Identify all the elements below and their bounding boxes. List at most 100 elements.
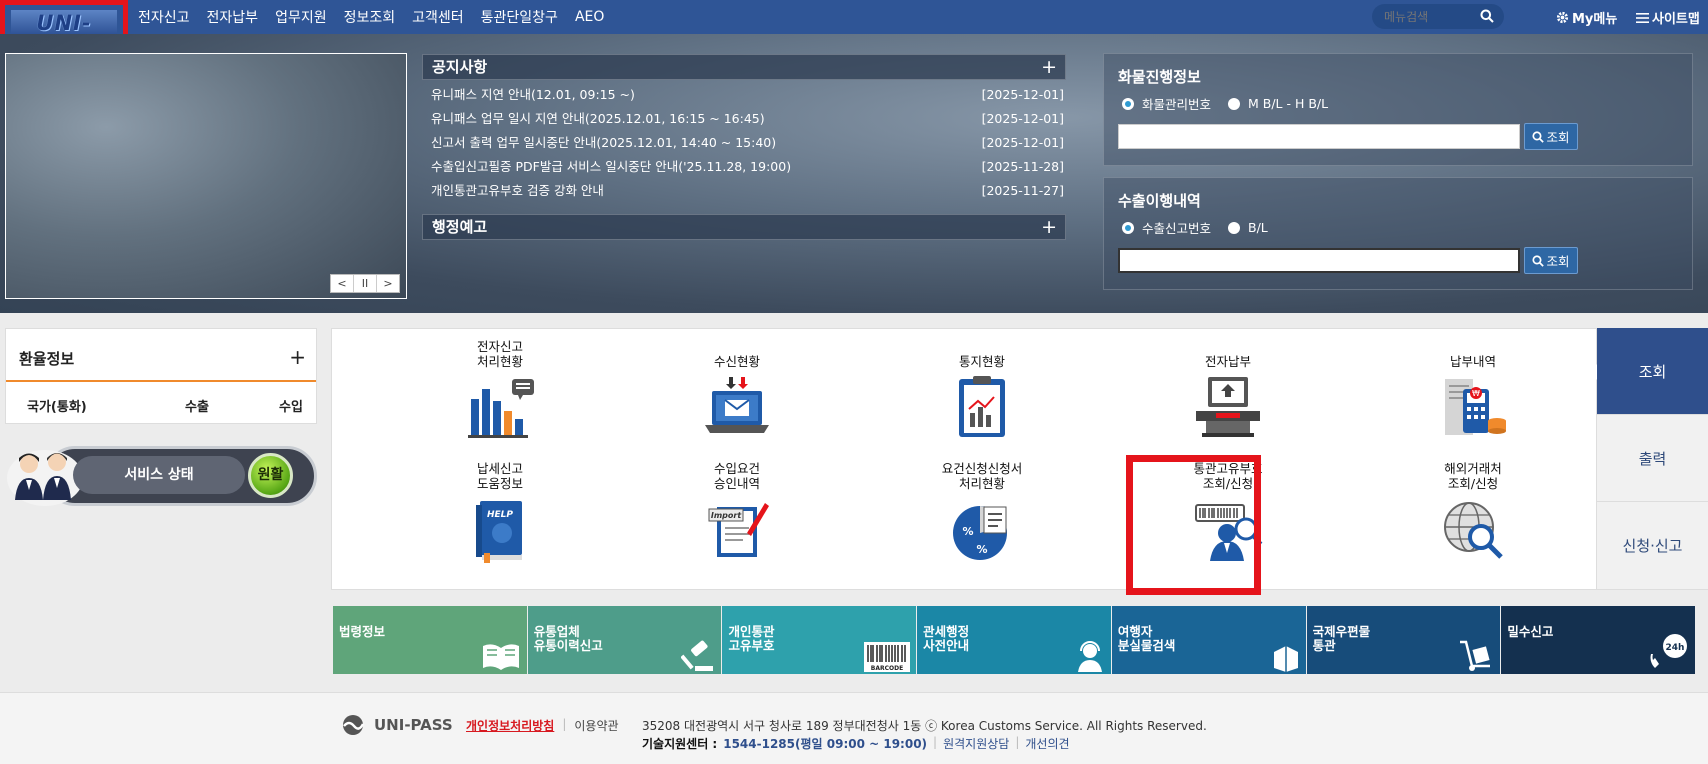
cargo-tracking-box: 화물진행정보 화물관리번호 M B/L - H B/L 조회 bbox=[1103, 53, 1693, 166]
cargo-radio-bl[interactable]: M B/L - H B/L bbox=[1228, 94, 1328, 113]
nav-electronic-payment[interactable]: 전자납부 bbox=[207, 7, 259, 27]
tech-support-label: 기술지원센터 : bbox=[642, 737, 718, 751]
export-radio-decl-no[interactable]: 수출신고번호 bbox=[1122, 218, 1211, 237]
phone-badge-text: 24h bbox=[1666, 643, 1685, 653]
hamburger-icon bbox=[1636, 12, 1649, 23]
customs-code-highlight-box bbox=[1126, 455, 1261, 595]
tile-smuggling-report[interactable]: 밀수신고 24h bbox=[1501, 606, 1696, 674]
grid-item-tax-help[interactable]: 납세신고 도움정보 HELP bbox=[430, 459, 570, 563]
cargo-title: 화물진행정보 bbox=[1118, 68, 1201, 86]
footer-support: 기술지원센터 : 1544-1285(평일 09:00 ~ 19:00) | 원… bbox=[642, 735, 1070, 752]
notice-item[interactable]: 수출입신고필증 PDF발급 서비스 일시중단 안내('25.11.28, 19:… bbox=[431, 157, 1066, 181]
open-book-icon bbox=[482, 644, 519, 670]
grid-item-label: 납부내역 bbox=[1449, 354, 1496, 369]
feedback-link[interactable]: 개선의견 bbox=[1025, 735, 1069, 752]
notice-more-icon[interactable]: + bbox=[1041, 55, 1057, 79]
svg-text:HELP: HELP bbox=[487, 510, 513, 520]
tile-personal-customs-code[interactable]: 개인통관 고유부호 BARCODE bbox=[722, 606, 917, 674]
main-nav: 전자신고 전자납부 업무지원 정보조회 고객센터 통관단일창구 AEO bbox=[138, 0, 604, 34]
slider-controls: < II > bbox=[330, 274, 400, 293]
tile-label: 관세행정 사전안내 bbox=[923, 624, 970, 653]
export-radio-bl[interactable]: B/L bbox=[1228, 218, 1268, 237]
nav-aeo[interactable]: AEO bbox=[575, 9, 604, 25]
radio-selected-icon bbox=[1122, 221, 1134, 234]
cargo-opt1-label: 화물관리번호 bbox=[1142, 97, 1212, 112]
tile-distribution-report[interactable]: 유통업체 유통이력신고 bbox=[527, 606, 722, 674]
help-book-icon: HELP bbox=[476, 501, 522, 563]
menu-search-input[interactable] bbox=[1384, 7, 1474, 26]
nav-information-inquiry[interactable]: 정보조회 bbox=[344, 7, 396, 27]
exchange-col-country: 국가(통화) bbox=[27, 400, 87, 415]
slider-pause-button[interactable]: II bbox=[354, 275, 377, 292]
grid-item-edi-status[interactable]: 전자신고 처리현황 bbox=[430, 337, 570, 441]
tab-inquiry[interactable]: 조회 bbox=[1589, 328, 1708, 415]
my-menu-label: My메뉴 bbox=[1572, 12, 1618, 27]
cargo-number-input[interactable] bbox=[1118, 124, 1520, 149]
privacy-policy-link[interactable]: 개인정보처리방침 bbox=[466, 717, 554, 734]
admin-notice-more-icon[interactable]: + bbox=[1041, 215, 1057, 239]
tile-law-info[interactable]: 법령정보 bbox=[333, 606, 527, 674]
cargo-radio-mgmt-no[interactable]: 화물관리번호 bbox=[1122, 94, 1211, 113]
grid-item-e-payment[interactable]: 전자납부 bbox=[1158, 337, 1298, 441]
search-icon[interactable] bbox=[1480, 9, 1494, 23]
grid-item-overseas-partner[interactable]: 해외거래처 조회/신청 bbox=[1403, 459, 1543, 563]
globe-search-icon bbox=[1444, 502, 1503, 559]
notice-item[interactable]: 신고서 출력 업무 일시중단 안내(2025.12.01, 14:40 ~ 15… bbox=[431, 133, 1066, 157]
grid-item-label: 수신현황 bbox=[713, 354, 760, 369]
notice-date: [2025-11-28] bbox=[981, 159, 1064, 174]
banner-slider[interactable]: < II > bbox=[5, 53, 407, 299]
grid-item-requirement-status[interactable]: 요건신청신청서 처리현황 % % bbox=[912, 459, 1052, 563]
export-search-button[interactable]: 조회 bbox=[1524, 247, 1578, 274]
svg-text:%: % bbox=[976, 543, 987, 556]
admin-notice-header: 행정예고 + bbox=[422, 214, 1066, 240]
tech-support-phone: 1544-1285(평일 09:00 ~ 19:00) bbox=[723, 737, 928, 751]
exchange-more-icon[interactable]: + bbox=[289, 345, 306, 369]
inbox-laptop-icon bbox=[705, 377, 769, 433]
gear-icon bbox=[1556, 11, 1569, 24]
grid-item-payment-history[interactable]: 납부내역 ₩ bbox=[1403, 337, 1543, 441]
cargo-opt2-label: M B/L - H B/L bbox=[1248, 96, 1329, 111]
notice-date: [2025-11-27] bbox=[981, 183, 1064, 198]
slider-next-button[interactable]: > bbox=[377, 275, 399, 292]
nav-business-support[interactable]: 업무지원 bbox=[275, 7, 327, 27]
tile-customs-admin-guide[interactable]: 관세행정 사전안내 bbox=[917, 606, 1111, 674]
tile-label: 국제우편물 통관 bbox=[1312, 624, 1371, 653]
grid-item-label: 납세신고 도움정보 bbox=[476, 461, 523, 491]
tile-label: 법령정보 bbox=[339, 624, 386, 639]
grid-item-import-approval[interactable]: 수입요건 승인내역 Import bbox=[667, 459, 807, 563]
sitemap-label: 사이트맵 bbox=[1652, 12, 1700, 27]
export-number-input[interactable] bbox=[1118, 248, 1520, 273]
top-nav-bar: 전자신고 전자납부 업무지원 정보조회 고객센터 통관단일창구 AEO My메뉴… bbox=[0, 0, 1708, 34]
notice-item[interactable]: 유니패스 업무 일시 지연 안내(2025.12.01, 16:15 ~ 16:… bbox=[431, 109, 1066, 133]
tile-international-mail[interactable]: 국제우편물 통관 bbox=[1306, 606, 1501, 674]
export-radio-group: 수출신고번호 B/L bbox=[1122, 218, 1268, 237]
nav-single-window[interactable]: 통관단일창구 bbox=[481, 7, 558, 27]
remote-support-link[interactable]: 원격지원상담 bbox=[943, 735, 1009, 752]
tab-print[interactable]: 출력 bbox=[1597, 415, 1708, 502]
notice-item[interactable]: 유니패스 지연 안내(12.01, 09:15 ~) [2025-12-01] bbox=[431, 85, 1066, 109]
export-opt2-label: B/L bbox=[1248, 220, 1268, 235]
hero-section: < II > 공지사항 + 유니패스 지연 안내(12.01, 09:15 ~)… bbox=[0, 34, 1708, 313]
cargo-search-label: 조회 bbox=[1546, 130, 1570, 145]
grid-item-receive-status[interactable]: 수신현황 bbox=[667, 337, 807, 441]
cargo-search-button[interactable]: 조회 bbox=[1524, 123, 1578, 150]
slider-prev-button[interactable]: < bbox=[331, 275, 354, 292]
sitemap-link[interactable]: 사이트맵 bbox=[1636, 8, 1700, 27]
tab-application[interactable]: 신청·신고 bbox=[1597, 502, 1708, 590]
clipboard-chart-icon bbox=[959, 376, 1005, 437]
svg-text:%: % bbox=[962, 525, 973, 538]
import-document-icon: Import bbox=[708, 503, 769, 557]
chart-icon bbox=[468, 379, 534, 438]
notice-text: 유니패스 업무 일시 지연 안내(2025.12.01, 16:15 ~ 16:… bbox=[431, 111, 765, 126]
nav-electronic-declaration[interactable]: 전자신고 bbox=[138, 7, 190, 27]
my-menu-link[interactable]: My메뉴 bbox=[1556, 8, 1617, 27]
grid-item-notice-status[interactable]: 통지현황 bbox=[912, 337, 1052, 441]
nav-customer-center[interactable]: 고객센터 bbox=[412, 7, 464, 27]
notice-item[interactable]: 개인통관고유부호 검증 강화 안내 [2025-11-27] bbox=[431, 181, 1066, 205]
tile-lost-property[interactable]: 여행자 분실물검색 bbox=[1111, 606, 1306, 674]
gavel-icon bbox=[681, 640, 714, 671]
quick-link-tiles: 법령정보 유통업체 유통이력신고 개인통관 고유부호 BARCODE 관세행정 … bbox=[333, 606, 1696, 674]
terms-link[interactable]: 이용약관 bbox=[574, 717, 618, 734]
tile-label: 개인통관 고유부호 bbox=[728, 624, 775, 653]
receipt-calculator-icon: ₩ bbox=[1445, 379, 1506, 435]
